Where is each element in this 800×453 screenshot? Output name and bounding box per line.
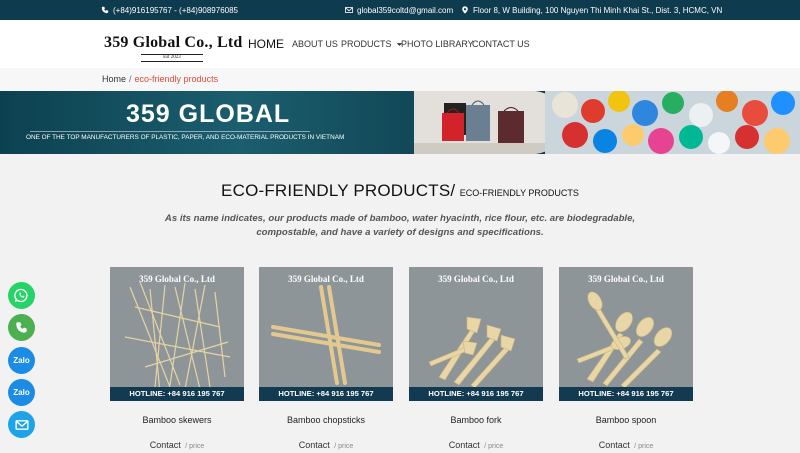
product-card[interactable]: 359 Global Co., Ltd HOTLINE: +84 916 195… xyxy=(409,267,543,453)
top-bar: (+84)916195767 - (+84)908976085 global35… xyxy=(0,0,800,20)
product-hotline: HOTLINE: +84 916 195 767 xyxy=(110,387,244,401)
banner-divider xyxy=(30,131,310,132)
product-price: Contact / price xyxy=(559,435,693,453)
product-contact[interactable]: Contact xyxy=(449,440,480,450)
hero-banner: 359 GLOBAL ONE OF THE TOP MANUFACTURERS … xyxy=(0,91,800,154)
page-title: ECO-FRIENDLY PRODUCTS/ ECO-FRIENDLY PROD… xyxy=(0,181,800,201)
product-name[interactable]: Bamboo fork xyxy=(409,415,543,425)
product-image[interactable]: 359 Global Co., Ltd HOTLINE: +84 916 195… xyxy=(110,267,244,401)
product-price-label: / price xyxy=(185,443,205,450)
product-image[interactable]: 359 Global Co., Ltd HOTLINE: +84 916 195… xyxy=(409,267,543,401)
page-title-main: ECO-FRIENDLY PRODUCTS/ xyxy=(221,181,456,200)
zalo-button[interactable]: Zalo xyxy=(8,379,35,406)
product-price-label: / price xyxy=(484,443,504,450)
phone-call-button[interactable] xyxy=(8,314,35,341)
banner-tagline: ONE OF THE TOP MANUFACTURERS OF PLASTIC,… xyxy=(26,134,345,141)
product-watermark: 359 Global Co., Ltd xyxy=(139,274,215,284)
product-watermark: 359 Global Co., Ltd xyxy=(438,274,514,284)
banner-title: 359 GLOBAL xyxy=(126,100,291,128)
product-card[interactable]: 359 Global Co., Ltd HOTLINE: +84 916 195… xyxy=(559,267,693,453)
product-watermark: 359 Global Co., Ltd xyxy=(588,274,664,284)
email-button[interactable] xyxy=(8,411,35,438)
product-image[interactable]: 359 Global Co., Ltd HOTLINE: +84 916 195… xyxy=(259,267,393,401)
product-name[interactable]: Bamboo spoon xyxy=(559,415,693,425)
logo-name: 359 Global Co., Ltd xyxy=(104,34,243,51)
topbar-phone-text: (+84)916195767 - (+84)908976085 xyxy=(113,5,238,15)
topbar-address: Floor 8, W Building, 100 Nguyen Thi Minh… xyxy=(461,0,722,20)
product-contact[interactable]: Contact xyxy=(299,440,330,450)
page-title-sub: ECO-FRIENDLY PRODUCTS xyxy=(459,188,579,198)
nav-products[interactable]: PRODUCTS xyxy=(341,20,403,68)
whatsapp-button[interactable] xyxy=(8,282,35,309)
zalo-button[interactable]: Zalo xyxy=(8,347,35,374)
product-price-label: / price xyxy=(634,443,654,450)
breadcrumb: Home / eco-friendly products xyxy=(0,68,800,91)
product-card[interactable]: 359 Global Co., Ltd HOTLINE: +84 916 195… xyxy=(110,267,244,453)
product-contact[interactable]: Contact xyxy=(599,440,630,450)
phone-call-icon xyxy=(16,322,27,333)
product-price-label: / price xyxy=(334,443,354,450)
breadcrumb-current: eco-friendly products xyxy=(134,74,219,84)
whatsapp-icon xyxy=(14,288,28,303)
nav-photo-library[interactable]: PHOTO LIBRARY xyxy=(401,20,474,68)
topbar-phone[interactable]: (+84)916195767 - (+84)908976085 xyxy=(101,0,238,20)
nav-products-label: PRODUCTS xyxy=(341,39,392,49)
nav-home[interactable]: HOME xyxy=(248,20,284,68)
nav-contact[interactable]: CONTACT US xyxy=(472,20,530,68)
product-name[interactable]: Bamboo chopsticks xyxy=(259,415,393,425)
nav-about[interactable]: ABOUT US xyxy=(292,20,338,68)
phone-icon xyxy=(101,6,109,14)
zalo-icon: Zalo xyxy=(13,356,30,365)
logo-est: Est 2023 xyxy=(141,54,203,62)
product-watermark: 359 Global Co., Ltd xyxy=(288,274,364,284)
site-header: 359 Global Co., Ltd Est 2023 HOME ABOUT … xyxy=(0,20,800,68)
topbar-address-text: Floor 8, W Building, 100 Nguyen Thi Minh… xyxy=(473,5,723,15)
zalo-icon: Zalo xyxy=(13,388,30,397)
product-card[interactable]: 359 Global Co., Ltd HOTLINE: +84 916 195… xyxy=(259,267,393,453)
product-price: Contact / price xyxy=(409,435,543,453)
product-image[interactable]: 359 Global Co., Ltd HOTLINE: +84 916 195… xyxy=(559,267,693,401)
breadcrumb-home[interactable]: Home xyxy=(102,74,126,84)
map-pin-icon xyxy=(462,6,468,14)
mail-icon xyxy=(14,419,29,430)
product-price: Contact / price xyxy=(259,435,393,453)
product-hotline: HOTLINE: +84 916 195 767 xyxy=(559,387,693,401)
banner-bags-image xyxy=(414,91,564,154)
product-hotline: HOTLINE: +84 916 195 767 xyxy=(409,387,543,401)
product-price: Contact / price xyxy=(110,435,244,453)
topbar-email-text: global359coltd@gmail.com xyxy=(357,5,454,15)
product-hotline: HOTLINE: +84 916 195 767 xyxy=(259,387,393,401)
product-name[interactable]: Bamboo skewers xyxy=(110,415,244,425)
breadcrumb-separator: / xyxy=(129,74,132,84)
site-logo[interactable]: 359 Global Co., Ltd Est 2023 xyxy=(104,34,243,62)
mail-icon xyxy=(345,7,353,13)
banner-bottle-caps-image xyxy=(545,91,800,154)
product-contact[interactable]: Contact xyxy=(150,440,181,450)
page-description: As its name indicates, our products made… xyxy=(164,213,636,238)
topbar-email[interactable]: global359coltd@gmail.com xyxy=(345,0,453,20)
